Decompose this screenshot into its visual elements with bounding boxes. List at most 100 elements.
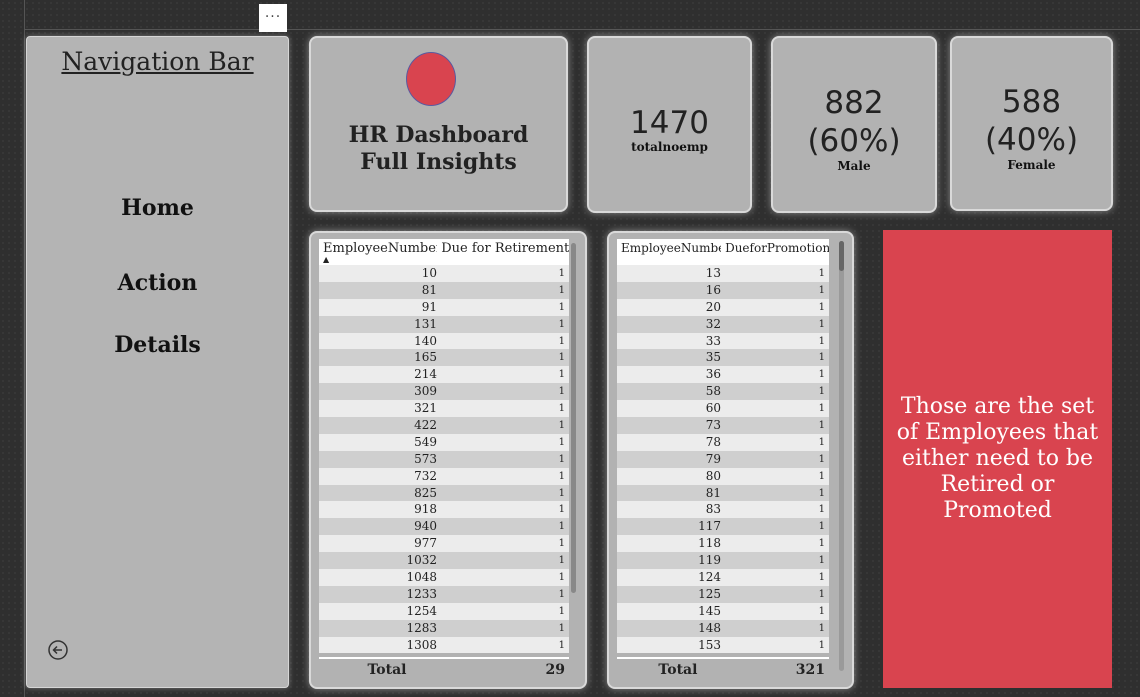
table-row[interactable]: 20 1 [617, 298, 829, 316]
kpi-card-female: 588 (40%) Female [950, 36, 1113, 211]
cell-flag: 1 [818, 487, 825, 499]
cell-flag: 1 [558, 605, 565, 617]
cell-employee-number: 78 [705, 434, 721, 449]
cell-employee-number: 977 [414, 536, 437, 551]
cell-flag: 1 [558, 386, 565, 398]
table-scrollbar-track[interactable] [839, 241, 844, 671]
table-row[interactable]: 165 1 [319, 349, 569, 367]
table-row[interactable]: 91 1 [319, 298, 569, 316]
nav-item-action[interactable]: Action [27, 270, 288, 296]
table-row[interactable]: 81 1 [319, 281, 569, 299]
table-row[interactable]: 33 1 [617, 332, 829, 350]
table-row[interactable]: 1233 1 [319, 585, 569, 603]
table-total-row: Total 29 [319, 657, 569, 681]
table-scrollbar-thumb[interactable] [839, 241, 844, 271]
table-row[interactable]: 1032 1 [319, 552, 569, 570]
table-row[interactable]: 60 1 [617, 400, 829, 418]
nav-item-details[interactable]: Details [27, 332, 288, 358]
table-row[interactable]: 78 1 [617, 433, 829, 451]
table-scrollbar[interactable] [571, 243, 576, 593]
table-row[interactable]: 80 1 [617, 467, 829, 485]
table-row[interactable]: 16 1 [617, 281, 829, 299]
kpi-card-total-employees: 1470 totalnoemp [587, 36, 752, 213]
column-header-due-retirement[interactable]: Due for Retirement [437, 239, 569, 265]
table-row[interactable]: 131 1 [319, 315, 569, 333]
sort-ascending-icon[interactable]: ▲ [323, 255, 329, 264]
table-row[interactable]: 977 1 [319, 535, 569, 553]
table-row[interactable]: 918 1 [319, 501, 569, 519]
cell-flag: 1 [558, 487, 565, 499]
cell-flag: 1 [558, 453, 565, 465]
cell-flag: 1 [818, 420, 825, 432]
table-row[interactable]: 940 1 [319, 518, 569, 536]
cell-flag: 1 [818, 622, 825, 634]
table-row[interactable]: 10 1 [319, 265, 569, 282]
cell-flag: 1 [558, 301, 565, 313]
kpi-label: Female [1007, 158, 1056, 172]
table-row[interactable]: 422 1 [319, 417, 569, 434]
table-row[interactable]: 119 1 [617, 552, 829, 570]
table-row[interactable]: 124 1 [617, 569, 829, 586]
table-body: 13 1 16 1 20 1 32 1 33 1 35 1 36 1 58 1 60 1 73 1 78 1 79 1 80 1 8… [617, 265, 829, 657]
table-row[interactable]: 125 1 [617, 585, 829, 603]
table-row[interactable]: 573 1 [319, 450, 569, 468]
table-row[interactable]: 58 1 [617, 383, 829, 401]
retirement-table[interactable]: EmployeeNumber ▲ Due for Retirement 10 1 8… [319, 239, 569, 681]
nav-title: Navigation Bar [61, 47, 254, 76]
table-row[interactable]: 309 1 [319, 383, 569, 401]
table-row[interactable]: 118 1 [617, 535, 829, 553]
table-row[interactable]: 214 1 [319, 366, 569, 384]
table-row[interactable]: 32 1 [617, 315, 829, 333]
cell-flag: 1 [818, 386, 825, 398]
table-row[interactable]: 73 1 [617, 417, 829, 434]
cell-employee-number: 81 [705, 485, 721, 500]
promotion-table[interactable]: EmployeeNumber DueforPromotion 13 1 16 1 20 1… [617, 239, 829, 681]
cell-employee-number: 422 [414, 418, 437, 433]
table-row[interactable]: 148 1 [617, 619, 829, 637]
table-row[interactable]: 732 1 [319, 467, 569, 485]
cell-employee-number: 125 [698, 586, 721, 601]
cell-flag: 1 [818, 470, 825, 482]
table-row[interactable]: 79 1 [617, 450, 829, 468]
table-row[interactable]: 321 1 [319, 400, 569, 418]
total-label: Total [367, 662, 407, 678]
more-options-button[interactable]: ··· [259, 4, 287, 32]
cell-employee-number: 83 [705, 502, 721, 517]
cell-flag: 1 [818, 538, 825, 550]
cell-employee-number: 32 [705, 316, 721, 331]
cell-flag: 1 [818, 588, 825, 600]
column-header-employee-number[interactable]: EmployeeNumber ▲ [319, 239, 437, 265]
cell-flag: 1 [558, 538, 565, 550]
table-row[interactable]: 13 1 [617, 265, 829, 282]
table-row[interactable]: 83 1 [617, 501, 829, 519]
table-row[interactable]: 145 1 [617, 602, 829, 620]
cell-flag: 1 [818, 453, 825, 465]
table-row[interactable]: 1254 1 [319, 602, 569, 620]
table-row[interactable]: 36 1 [617, 366, 829, 384]
table-row[interactable]: 153 1 [617, 636, 829, 654]
table-row[interactable]: 825 1 [319, 484, 569, 502]
table-row[interactable]: 1048 1 [319, 569, 569, 586]
back-arrow-icon[interactable] [47, 639, 69, 661]
nav-item-home[interactable]: Home [27, 195, 288, 221]
cell-employee-number: 165 [414, 350, 437, 365]
cell-employee-number: 79 [705, 451, 721, 466]
column-header-due-promotion[interactable]: DueforPromotion [721, 239, 829, 265]
cell-flag: 1 [558, 639, 565, 651]
table-row[interactable]: 1283 1 [319, 619, 569, 637]
cell-employee-number: 73 [705, 418, 721, 433]
cell-flag: 1 [558, 622, 565, 634]
column-header-employee-number[interactable]: EmployeeNumber [617, 239, 721, 265]
cell-flag: 1 [818, 268, 825, 279]
cell-employee-number: 20 [705, 299, 721, 314]
table-row[interactable]: 549 1 [319, 433, 569, 451]
info-panel: Those are the set of Employees that eith… [883, 230, 1112, 688]
cell-employee-number: 321 [414, 401, 437, 416]
table-row[interactable]: 117 1 [617, 518, 829, 536]
cell-employee-number: 35 [705, 350, 721, 365]
table-row[interactable]: 140 1 [319, 332, 569, 350]
table-row[interactable]: 1308 1 [319, 636, 569, 654]
table-row[interactable]: 35 1 [617, 349, 829, 367]
cell-employee-number: 81 [421, 282, 437, 297]
table-row[interactable]: 81 1 [617, 484, 829, 502]
